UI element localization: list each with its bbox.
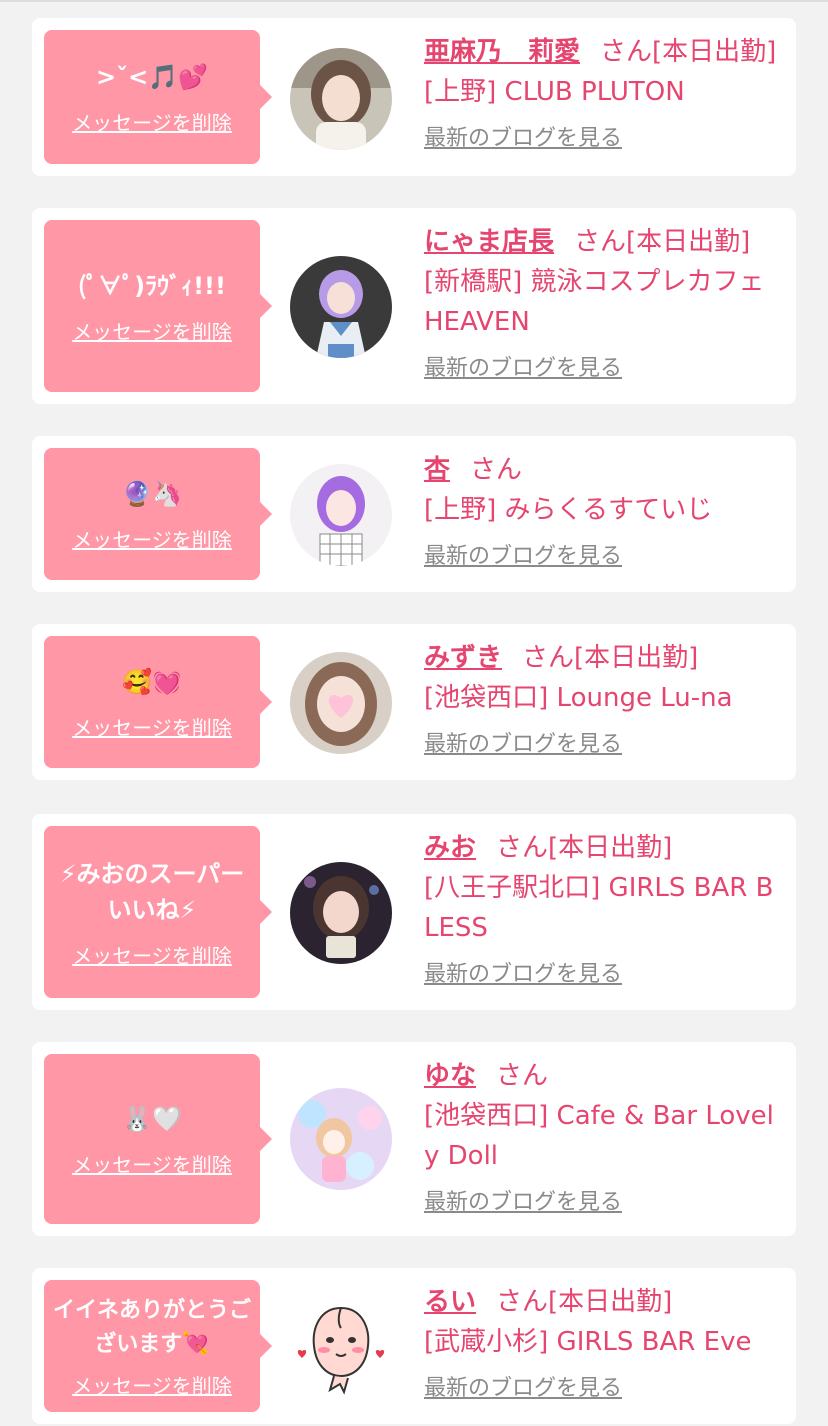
user-suffix: さん[本日出勤] [574,227,751,257]
name-line: 杏さん [424,450,784,490]
shop-name: [池袋西口] Lounge Lu-na [424,683,733,713]
delete-message-link[interactable]: メッセージを削除 [72,107,232,136]
message-bubble: 🥰💓 メッセージを削除 [44,636,272,768]
user-suffix: さん [496,1061,549,1091]
user-suffix: さん[本日出勤] [600,37,777,67]
latest-blog-link[interactable]: 最新のブログを見る [424,1188,622,1218]
latest-blog-link[interactable]: 最新のブログを見る [424,730,622,760]
shop-name: [池袋西口] Cafe & Bar Lovely Doll [424,1101,774,1171]
message-bubble: イイネありがとうございます💘 メッセージを削除 [44,1280,272,1412]
avatar-woman-dark-hair-icon [290,862,392,964]
message-card: イイネありがとうございます💘 メッセージを削除 るい さん[本日出勤] [武蔵小杉… [32,1268,796,1424]
latest-blog-link[interactable]: 最新のブログを見る [424,1374,622,1404]
message-bubble: ⚡みおのスーパーいいね⚡ メッセージを削除 [44,826,272,998]
user-avatar[interactable] [290,464,392,566]
user-name-link[interactable]: にゃま店長 [424,227,554,257]
message-card: >ˇ<🎵💕 メッセージを削除 亜麻乃 莉愛 さん[本日出勤] [上野] CLUB … [32,18,796,176]
message-text: 🥰💓 [122,667,182,696]
message-text: ⚡みおのスーパーいいね⚡ [59,859,245,924]
message-text: 🔮🦄 [122,479,182,508]
user-avatar[interactable] [290,1088,392,1190]
name-line: みお さん[本日出勤] [424,828,784,868]
message-text: (ﾟ∀ﾟ)ﾗｳﾞｨ!!! [78,271,226,300]
message-card: ⚡みおのスーパーいいね⚡ メッセージを削除 みお さん[本日出勤] [八王子駅北口… [32,814,796,1010]
user-info: るい さん[本日出勤] [武蔵小杉] GIRLS BAR Eve 最新のブログを見… [424,1282,784,1407]
delete-message-link[interactable]: メッセージを削除 [72,940,232,969]
user-suffix: さん[本日出勤] [522,643,699,673]
user-name-link[interactable]: みずき [424,643,502,673]
latest-blog-link[interactable]: 最新のブログを見る [424,542,622,572]
message-bubble: 🐰🤍 メッセージを削除 [44,1054,272,1224]
message-card: (ﾟ∀ﾟ)ﾗｳﾞｨ!!! メッセージを削除 にゃま店長 さん[本日出勤] [新橋駅… [32,208,796,404]
user-suffix: さん[本日出勤] [496,833,673,863]
user-avatar[interactable] [290,1294,392,1396]
name-line: みずき さん[本日出勤] [424,638,784,678]
user-avatar[interactable] [290,256,392,358]
message-card: 🥰💓 メッセージを削除 みずき さん[本日出勤] [池袋西口] Lounge Lu… [32,624,796,780]
latest-blog-link[interactable]: 最新のブログを見る [424,960,622,990]
user-suffix: さん [470,455,523,485]
user-info: 亜麻乃 莉愛 さん[本日出勤] [上野] CLUB PLUTON 最新のブログを見… [424,32,784,157]
message-card: 🔮🦄 メッセージを削除 杏さん [上野] みらくるすていじ 最新のブログを見る [32,436,796,592]
shop-name: [八王子駅北口] GIRLS BAR BLESS [424,873,774,943]
delete-message-link[interactable]: メッセージを削除 [72,1149,232,1178]
user-info: 杏さん [上野] みらくるすていじ 最新のブログを見る [424,450,784,575]
avatar-peach-character-icon [290,1294,392,1396]
message-text: 🐰🤍 [122,1104,182,1133]
avatar-anime-illustration-icon [290,1088,392,1190]
message-text: イイネありがとうございます💘 [52,1297,251,1357]
message-bubble: (ﾟ∀ﾟ)ﾗｳﾞｨ!!! メッセージを削除 [44,220,272,392]
user-name-link[interactable]: るい [424,1287,476,1317]
latest-blog-link[interactable]: 最新のブログを見る [424,124,622,154]
user-info: ゆな さん [池袋西口] Cafe & Bar Lovely Doll 最新のブロ… [424,1056,784,1221]
message-text: >ˇ<🎵💕 [96,62,208,91]
delete-message-link[interactable]: メッセージを削除 [72,524,232,553]
user-info: みお さん[本日出勤] [八王子駅北口] GIRLS BAR BLESS 最新のブ… [424,828,784,993]
shop-name: [新橋駅] 競泳コスプレカフェ HEAVEN [424,267,791,337]
user-name-link[interactable]: 亜麻乃 莉愛 [424,37,580,67]
latest-blog-link[interactable]: 最新のブログを見る [424,354,622,384]
message-bubble: >ˇ<🎵💕 メッセージを削除 [44,30,272,164]
message-bubble: 🔮🦄 メッセージを削除 [44,448,272,580]
delete-message-link[interactable]: メッセージを削除 [72,712,232,741]
name-line: にゃま店長 さん[本日出勤] [424,222,784,262]
avatar-cosplay-purple-hair-icon [290,256,392,358]
user-avatar[interactable] [290,48,392,150]
shop-name: [武蔵小杉] GIRLS BAR Eve [424,1327,752,1357]
delete-message-link[interactable]: メッセージを削除 [72,316,232,345]
user-name-link[interactable]: ゆな [424,1061,476,1091]
name-line: るい さん[本日出勤] [424,1282,784,1322]
user-avatar[interactable] [290,862,392,964]
avatar-woman-light-hair-icon [290,48,392,150]
user-avatar[interactable] [290,652,392,754]
delete-message-link[interactable]: メッセージを削除 [72,1370,232,1399]
user-info: みずき さん[本日出勤] [池袋西口] Lounge Lu-na 最新のブログを見… [424,638,784,763]
name-line: 亜麻乃 莉愛 さん[本日出勤] [424,32,784,72]
message-card: 🐰🤍 メッセージを削除 ゆな さん [池袋西口] Cafe & Bar Lovel… [32,1042,796,1236]
shop-name: [上野] CLUB PLUTON [424,77,685,107]
shop-name: [上野] みらくるすていじ [424,495,713,525]
name-line: ゆな さん [424,1056,784,1096]
user-info: にゃま店長 さん[本日出勤] [新橋駅] 競泳コスプレカフェ HEAVEN 最新の… [424,222,791,387]
user-name-link[interactable]: みお [424,833,476,863]
avatar-heart-face-icon [290,652,392,754]
user-suffix: さん[本日出勤] [496,1287,673,1317]
avatar-purple-hair-icon [290,464,392,566]
user-name-link[interactable]: 杏 [424,455,450,485]
